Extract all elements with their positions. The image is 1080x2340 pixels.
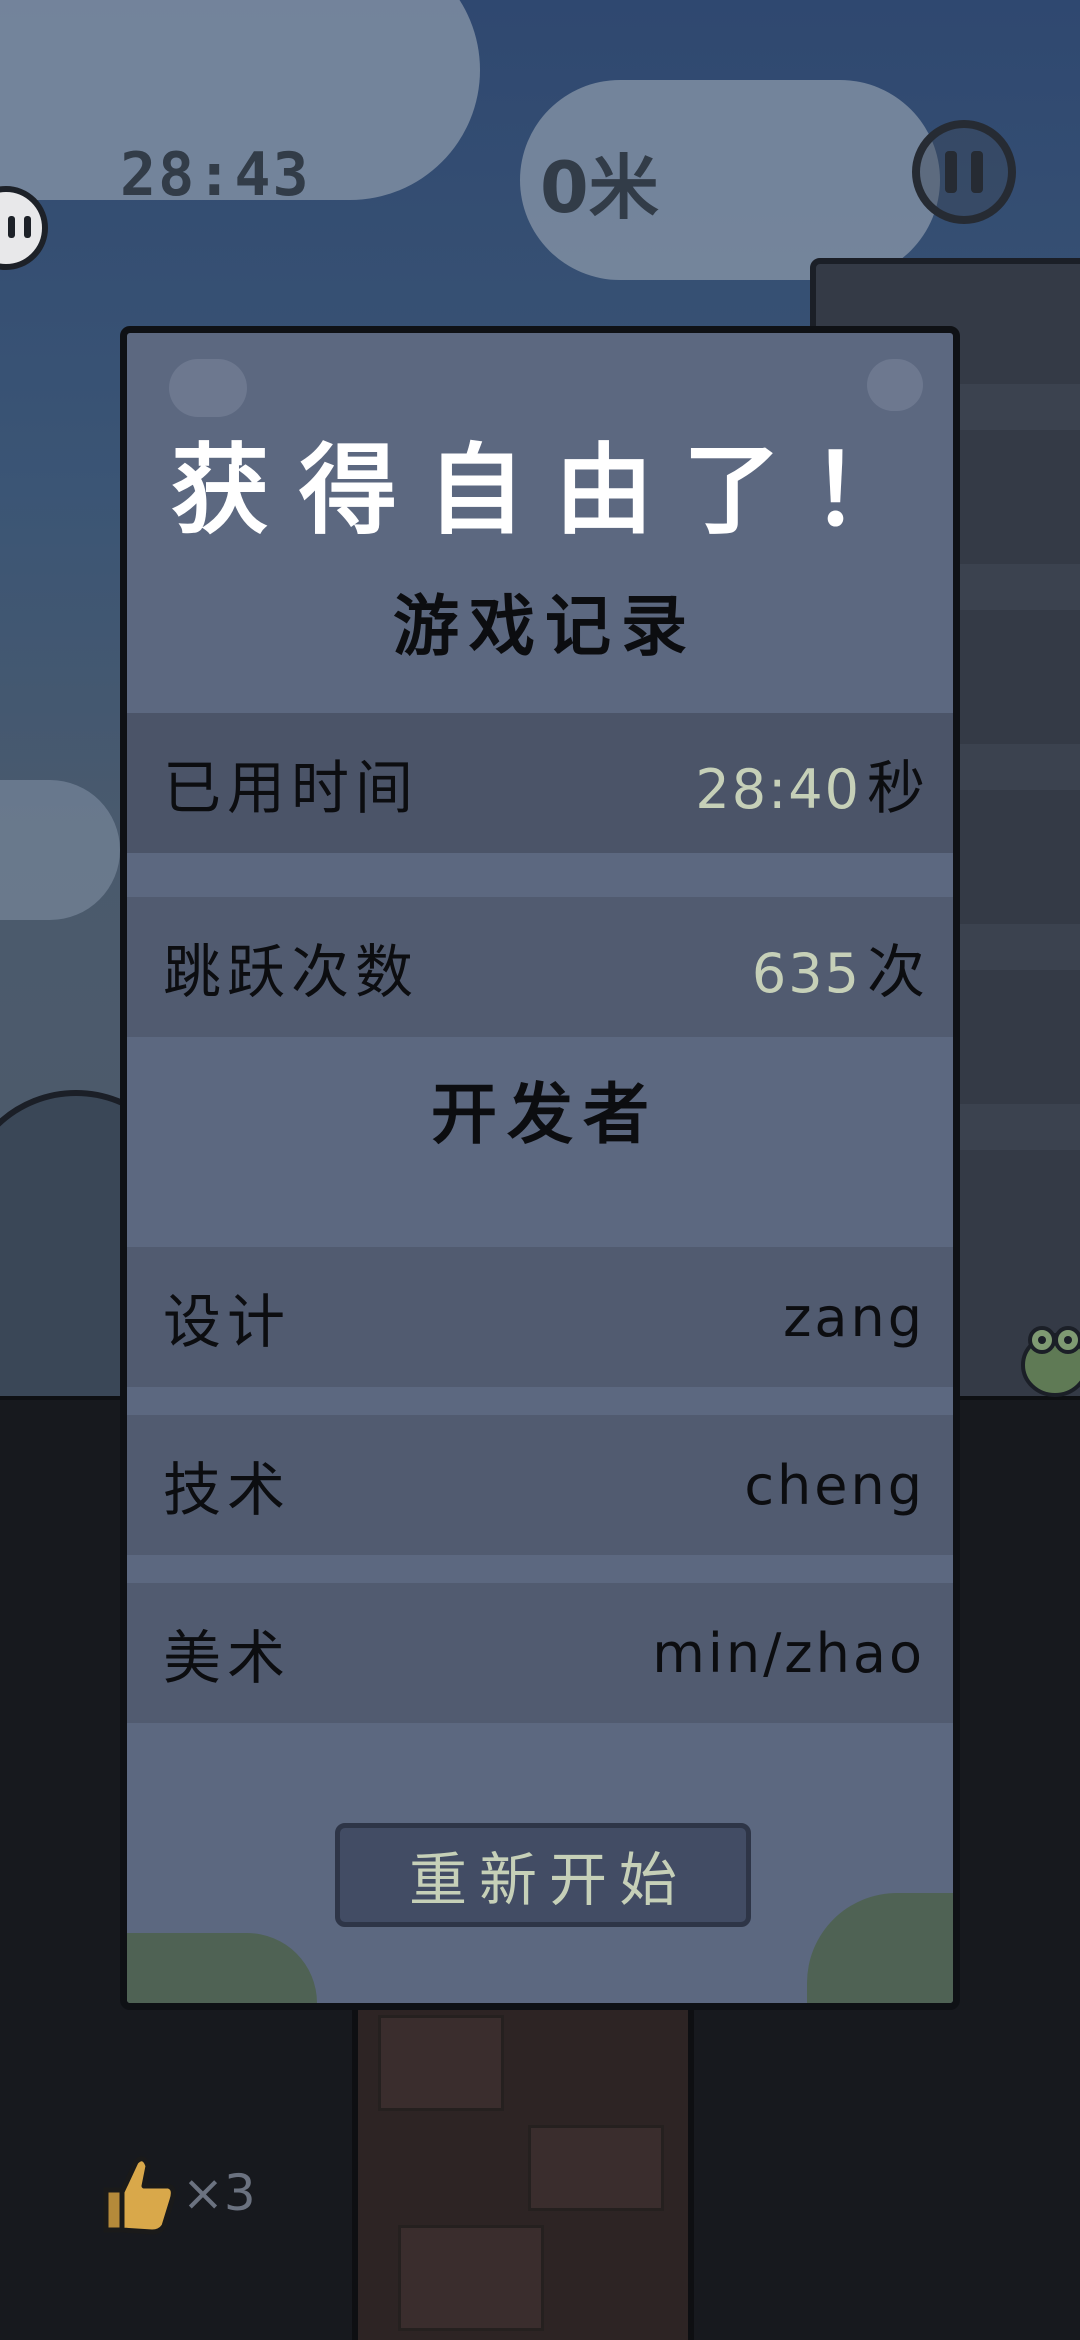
stat-value: 28:40 <box>695 758 861 821</box>
elapsed-time: 28:43 <box>120 140 311 210</box>
developer-role: 美术 <box>163 1624 292 1692</box>
dialog-title: 获得自由了！ <box>170 434 939 548</box>
distance-counter: 0米 <box>540 147 659 229</box>
stat-label: 已用时间 <box>163 754 420 822</box>
stat-row-time: 已用时间 28:40 秒 <box>127 713 953 853</box>
stat-unit: 秒 <box>866 754 925 822</box>
pause-button[interactable] <box>912 120 1016 224</box>
frog-icon <box>1021 1326 1080 1397</box>
developer-row-art: 美术 min/zhao <box>127 1583 953 1723</box>
dialog-decoration <box>169 359 247 417</box>
restart-button[interactable]: 重新开始 <box>335 1823 751 1927</box>
developer-role: 技术 <box>163 1456 292 1524</box>
stat-unit: 次 <box>866 938 925 1006</box>
lives-count: ×3 <box>182 2164 256 2222</box>
developer-name: zang <box>783 1285 925 1349</box>
developer-row-tech: 技术 cheng <box>127 1415 953 1555</box>
developer-name: cheng <box>744 1453 925 1517</box>
game-over-dialog: 获得自由了！ 游戏记录 已用时间 28:40 秒 跳跃次数 635 次 开发者 … <box>120 326 960 2010</box>
developer-role: 设计 <box>163 1288 292 1356</box>
lives-indicator: ×3 <box>100 2150 256 2236</box>
records-heading: 游戏记录 <box>393 588 697 665</box>
stat-label: 跳跃次数 <box>163 938 420 1006</box>
grass-decoration <box>127 1933 317 2003</box>
stat-value: 635 <box>751 942 861 1005</box>
thumbs-up-icon <box>103 2156 176 2235</box>
dialog-decoration <box>867 359 923 411</box>
developer-name: min/zhao <box>652 1621 925 1685</box>
pause-icon <box>945 151 957 193</box>
developer-row-design: 设计 zang <box>127 1247 953 1387</box>
tree-trunk <box>352 2005 694 2340</box>
developers-heading: 开发者 <box>431 1076 659 1153</box>
stat-row-jumps: 跳跃次数 635 次 <box>127 897 953 1037</box>
grass-decoration <box>807 1893 953 2003</box>
